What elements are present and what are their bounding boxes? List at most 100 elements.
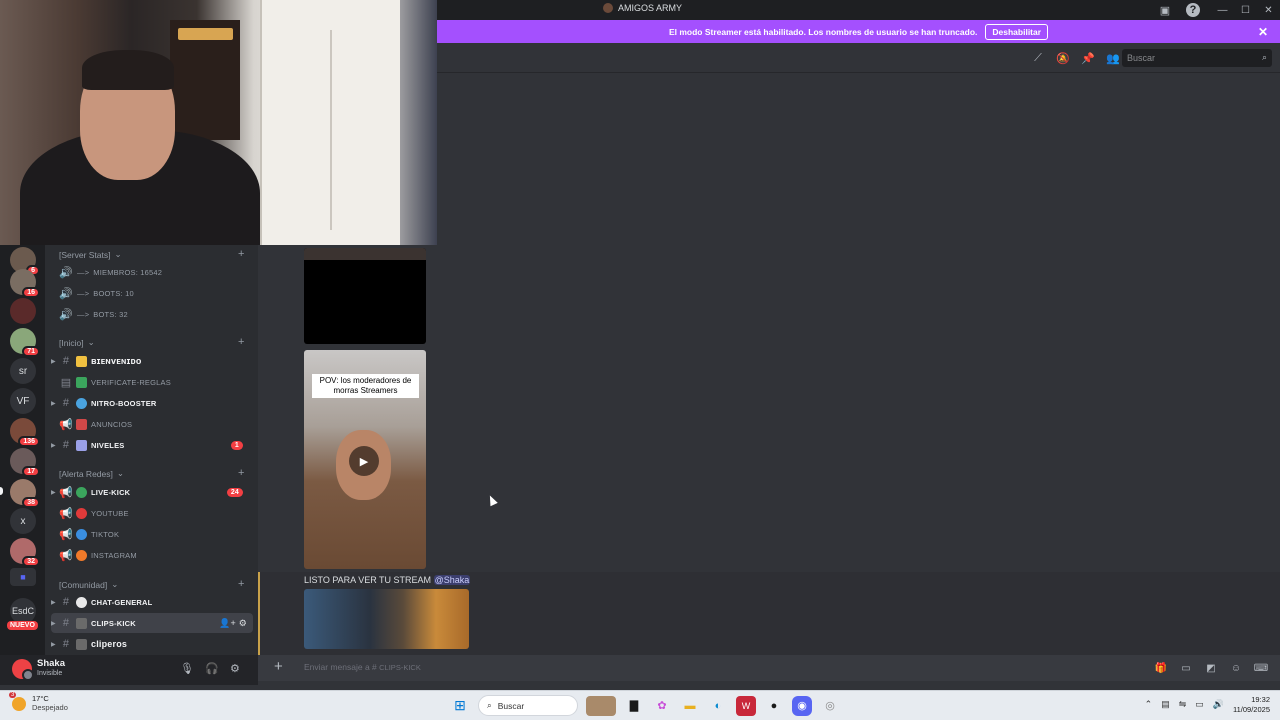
- search-input[interactable]: Buscar ⌕: [1122, 49, 1272, 67]
- message-input[interactable]: + Enviar mensaje a # clips-kick 🎁 ▭ ◩ ☺ …: [258, 655, 1280, 681]
- channel-tiktok[interactable]: 📢 tiktok: [51, 524, 253, 544]
- category-server-stats[interactable]: [Server Stats] ⌄ +: [59, 248, 244, 260]
- clock[interactable]: 19:32 11/09/2025: [1233, 695, 1270, 715]
- copilot-icon[interactable]: ✿: [652, 696, 672, 716]
- wave-emoji-icon: [76, 355, 87, 367]
- help-icon[interactable]: ?: [1186, 3, 1200, 17]
- language-icon[interactable]: ⇋: [1179, 699, 1187, 710]
- channel-settings-icon[interactable]: 👤+ ⚙: [219, 618, 247, 629]
- gear-icon[interactable]: ⚙: [230, 662, 240, 675]
- server-icon[interactable]: 32: [10, 538, 40, 567]
- add-channel-icon[interactable]: +: [238, 336, 244, 348]
- image-attachment[interactable]: [304, 589, 469, 649]
- avatar[interactable]: [12, 659, 34, 681]
- edge-icon[interactable]: ◐: [708, 696, 728, 716]
- pin-icon[interactable]: 📌: [1081, 51, 1095, 65]
- server-icon[interactable]: 16: [10, 269, 40, 298]
- close-window-button[interactable]: ✕: [1257, 0, 1280, 20]
- microphone-icon[interactable]: 🎙: [180, 662, 194, 675]
- channel-bienvenido[interactable]: ▶ # ʙɪᴇɴᴠᴇɴɪᴅᴏ: [51, 351, 253, 371]
- category-inicio[interactable]: [Inicio] ⌄ +: [59, 336, 244, 348]
- channel-instagram[interactable]: 📢 instagram: [51, 545, 253, 565]
- banner-close-icon[interactable]: ✕: [1258, 25, 1268, 39]
- network-icon[interactable]: ▭: [1195, 699, 1204, 710]
- user-mention[interactable]: @Shaka: [433, 575, 471, 585]
- channel-anuncios[interactable]: 📢 anuncios: [51, 414, 253, 434]
- inbox-icon[interactable]: ▣: [1158, 3, 1172, 17]
- temperature: 17°C: [32, 694, 49, 703]
- video-attachment[interactable]: POV: los moderadores de morras Streamers…: [304, 350, 426, 569]
- channel-nitro-booster[interactable]: ▶ # nitro-booster: [51, 393, 253, 413]
- server-icon[interactable]: 17: [10, 448, 40, 477]
- server-icon[interactable]: 71: [10, 328, 40, 357]
- windows-start-icon[interactable]: ⊞: [450, 696, 470, 716]
- play-icon[interactable]: ▶: [349, 446, 379, 476]
- chevron-up-icon[interactable]: ⌃: [1145, 699, 1153, 710]
- channel-youtube[interactable]: 📢 youtube: [51, 503, 253, 523]
- apps-icon[interactable]: ⌨: [1254, 661, 1268, 675]
- channel-header: ⟋ 🔕 📌 👥 Buscar ⌕: [437, 43, 1280, 73]
- folder-icon[interactable]: ■: [10, 568, 36, 586]
- chart-emoji-icon: [76, 439, 87, 451]
- mute-notifications-icon[interactable]: 🔕: [1056, 51, 1070, 65]
- task-view-icon[interactable]: ▇: [624, 696, 644, 716]
- wps-icon[interactable]: W: [736, 695, 756, 716]
- server-badge: 38: [22, 497, 40, 508]
- channel-live-kick[interactable]: ▶ 📢 live-kick 24: [51, 482, 253, 502]
- channel-niveles[interactable]: ▶ # niveles 1: [51, 435, 253, 455]
- video-attachment[interactable]: [304, 248, 426, 344]
- app-icon[interactable]: ◎: [820, 696, 840, 716]
- add-channel-icon[interactable]: +: [238, 467, 244, 479]
- voice-channel-boots[interactable]: 🔊 —> boots: 10: [51, 283, 253, 303]
- channel-clips-kick[interactable]: ▶ # clips-kick 👤+ ⚙: [51, 613, 253, 633]
- gif-icon[interactable]: ▭: [1179, 661, 1193, 675]
- gem-emoji-icon: [76, 397, 87, 409]
- message-text: LISTO PARA VER TU STREAM @Shaka: [304, 575, 471, 585]
- add-attachment-icon[interactable]: +: [274, 658, 283, 675]
- discord-icon[interactable]: ◉: [792, 695, 812, 716]
- tray-app-icon[interactable]: ▤: [1161, 699, 1170, 710]
- add-channel-icon[interactable]: +: [238, 578, 244, 590]
- server-icon[interactable]: 38: [10, 479, 40, 508]
- channel-verificate-reglas[interactable]: ▤ verificate-reglas: [51, 372, 253, 392]
- camera-emoji-icon: [76, 638, 87, 650]
- volume-icon[interactable]: 🔊: [1213, 699, 1224, 710]
- hash-icon: #: [62, 439, 70, 451]
- minimize-button[interactable]: —: [1211, 0, 1234, 20]
- disable-streamer-button[interactable]: Deshabilitar: [985, 23, 1049, 40]
- add-channel-icon[interactable]: +: [238, 248, 244, 260]
- widget-thumbnail-icon[interactable]: [586, 695, 616, 716]
- streamer-mode-banner: El modo Streamer está habilitado. Los no…: [437, 20, 1280, 43]
- expand-icon: ▶: [51, 620, 56, 627]
- threads-icon[interactable]: ⟋: [1031, 51, 1045, 65]
- channel-chat-general[interactable]: ▶ # chat-general: [51, 592, 253, 612]
- server-icon[interactable]: 136: [10, 418, 40, 447]
- gift-icon[interactable]: 🎁: [1154, 661, 1168, 675]
- channel-clipperos[interactable]: ▶ # clipеros: [51, 634, 253, 654]
- voice-channel-members[interactable]: 🔊 —> miembros: 16542: [51, 262, 253, 282]
- server-icon[interactable]: sr: [10, 358, 36, 384]
- blue-circle-icon: [76, 528, 87, 540]
- hash-icon: #: [62, 638, 70, 650]
- webcam-lamp: [178, 28, 233, 40]
- server-icon[interactable]: [10, 298, 36, 324]
- member-list-icon[interactable]: 👥: [1106, 51, 1120, 65]
- obs-icon[interactable]: ●: [764, 696, 784, 716]
- username[interactable]: Shaka: [37, 658, 65, 669]
- sticker-icon[interactable]: ◩: [1204, 661, 1218, 675]
- taskbar-search[interactable]: ⌕ Buscar: [478, 695, 578, 716]
- hash-icon: #: [62, 355, 70, 367]
- file-explorer-icon[interactable]: ▬: [680, 696, 700, 716]
- category-comunidad[interactable]: [Comunidad] ⌄ +: [59, 578, 244, 590]
- new-badge: NUEVO: [7, 621, 38, 630]
- user-status: Invisible: [37, 670, 63, 677]
- server-icon[interactable]: x: [10, 508, 36, 534]
- headphones-icon[interactable]: 🎧: [205, 662, 219, 675]
- speaker-icon: 🔊: [59, 287, 73, 300]
- weather-widget[interactable]: 3 17°C Despejado: [9, 691, 68, 712]
- emoji-icon[interactable]: ☺: [1229, 661, 1243, 675]
- server-icon[interactable]: VF: [10, 388, 36, 414]
- maximize-button[interactable]: ☐: [1234, 0, 1257, 20]
- voice-channel-bots[interactable]: 🔊 —> bots: 32: [51, 304, 253, 324]
- category-alerta-redes[interactable]: [Alerta Redes] ⌄ +: [59, 467, 244, 479]
